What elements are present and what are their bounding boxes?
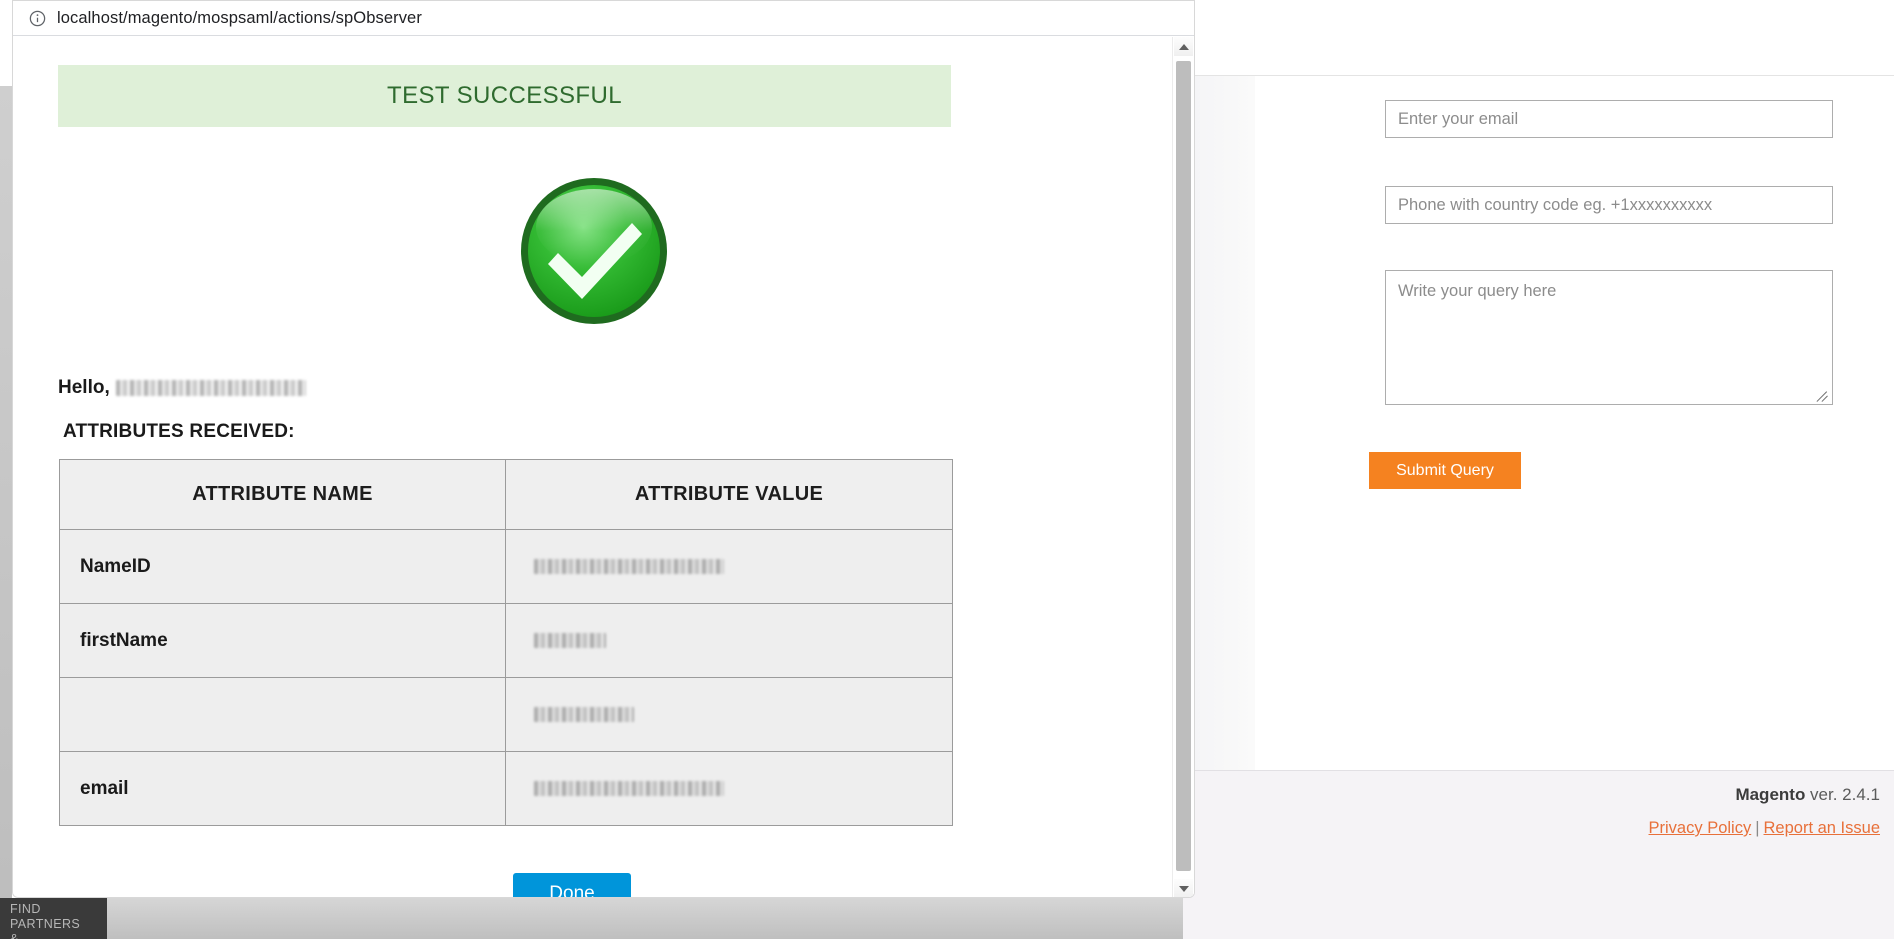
popup-scrollbar[interactable] (1172, 37, 1194, 897)
browser-toolbar: 3c/ (1183, 0, 1894, 38)
table-row: email (59, 751, 953, 826)
footer-link-separator: | (1755, 819, 1760, 837)
greeting-label: Hello, (58, 377, 110, 398)
bottom-gray-strip (107, 898, 1183, 939)
redacted-value (534, 558, 724, 574)
table-row: NameID (59, 529, 953, 604)
attribute-value-cell (505, 677, 953, 752)
done-button[interactable]: Done (513, 873, 631, 897)
query-textarea[interactable] (1385, 270, 1833, 405)
submit-query-button[interactable]: Submit Query (1369, 452, 1521, 489)
attribute-name-cell: email (59, 751, 506, 826)
privacy-policy-link[interactable]: Privacy Policy (1649, 819, 1752, 837)
table-row: firstName (59, 603, 953, 678)
attributes-table: ATTRIBUTE NAME ATTRIBUTE VALUE NameID fi… (59, 459, 953, 826)
green-check-circle-icon (518, 175, 670, 327)
magento-version-number: ver. 2.4.1 (1805, 785, 1880, 804)
email-input[interactable] (1385, 100, 1833, 138)
magento-brand: Magento (1735, 785, 1806, 804)
status-banner: TEST SUCCESSFUL (58, 65, 951, 127)
column-header-attribute-value: ATTRIBUTE VALUE (505, 459, 953, 530)
screen: 3c/ (0, 0, 1894, 939)
content-divider (1183, 75, 1894, 76)
attribute-name-cell (59, 677, 506, 752)
info-circle-icon[interactable] (28, 9, 47, 28)
attribute-value-cell (505, 603, 953, 678)
footer-links: Privacy Policy | Report an Issue (1649, 819, 1880, 838)
redacted-value (534, 780, 724, 796)
popup-body: TEST SUCCESSFUL Hello, ATTRIBUTES RECEIV… (13, 37, 1194, 897)
table-header-row: ATTRIBUTE NAME ATTRIBUTE VALUE (59, 459, 953, 530)
scrollbar-thumb[interactable] (1176, 61, 1191, 871)
attribute-value-cell (505, 529, 953, 604)
greeting-line: Hello, (58, 377, 306, 399)
attribute-name-cell: NameID (59, 529, 506, 604)
saml-test-popup-window: localhost/magento/mospsaml/actions/spObs… (12, 0, 1195, 898)
greeting-redacted-email (115, 380, 306, 396)
table-row (59, 677, 953, 752)
redacted-value (534, 632, 606, 648)
partners-badge-line2: & EXTENSIONS (10, 932, 19, 939)
find-partners-badge[interactable]: FIND PARTNERS & EXTENSIONS (0, 898, 107, 939)
partners-badge-line1: FIND PARTNERS (10, 902, 81, 931)
scroll-down-arrow-icon[interactable] (1174, 879, 1193, 897)
left-gray-strip (0, 86, 12, 939)
attributes-heading: ATTRIBUTES RECEIVED: (63, 421, 295, 442)
attribute-name-cell: firstName (59, 603, 506, 678)
redacted-value (534, 706, 634, 722)
scroll-up-arrow-icon[interactable] (1174, 37, 1193, 56)
popup-titlebar: localhost/magento/mospsaml/actions/spObs… (13, 1, 1194, 36)
magento-version: Magento ver. 2.4.1 (1735, 785, 1880, 805)
popup-url-text: localhost/magento/mospsaml/actions/spObs… (57, 9, 422, 27)
attribute-value-cell (505, 751, 953, 826)
report-issue-link[interactable]: Report an Issue (1764, 819, 1880, 837)
phone-input[interactable] (1385, 186, 1833, 224)
column-header-attribute-name: ATTRIBUTE NAME (59, 459, 506, 530)
